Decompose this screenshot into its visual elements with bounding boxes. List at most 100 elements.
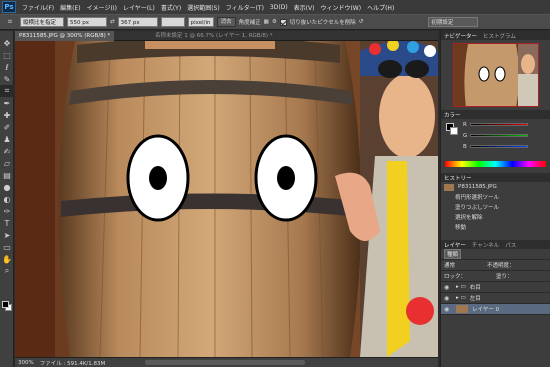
tab-navigator[interactable]: ナビゲーター [444,32,477,40]
workspace-select[interactable]: 初期設定 [428,17,479,27]
tab-layers[interactable]: レイヤー [444,241,466,249]
grid-overlay-icon[interactable]: ▦ [264,19,269,25]
layer-name: レイヤー 0 [472,307,500,313]
layer-row[interactable]: ◉ ▸ ▭ 左目 [441,293,550,304]
menu-view[interactable]: 表示(V) [291,3,318,12]
tab-paths[interactable]: パス [505,241,516,249]
menu-file[interactable]: ファイル(F) [19,3,57,12]
clear-button[interactable]: 消去 [216,17,236,27]
brush-tool-icon[interactable]: ✐ [0,121,14,133]
layer-row-selected[interactable]: ◉ レイヤー 0 [441,304,550,315]
layers-panel-tabs: レイヤー チャンネル パス [441,240,550,249]
ratio-select[interactable]: 縦横比を指定 [20,17,64,27]
g-slider[interactable] [470,134,529,137]
lock-label: ロック： [444,274,467,280]
color-b-row: B [441,141,550,152]
color-panel-tabs: カラー [441,110,550,119]
eyedropper-tool-icon[interactable]: ✒ [0,97,14,109]
crop-tool-icon[interactable]: ⌗ [3,16,17,28]
layer-kind-select[interactable]: 種類 [444,249,462,259]
menu-window[interactable]: ウィンドウ(W) [317,3,364,12]
tab-color[interactable]: カラー [444,111,461,119]
history-brush-tool-icon[interactable]: ✍ [0,145,14,157]
delete-cropped-label: 切り抜いたピクセルを削除 [289,20,356,26]
layer-row[interactable]: ◉ ▸ ▭ 右目 [441,282,550,293]
visibility-eye-icon[interactable]: ◉ [444,295,452,302]
tab-active-document[interactable]: P8311585.JPG @ 300% (RGB/8) * [15,31,115,41]
straighten-label[interactable]: 角度補正 [239,18,261,26]
tab-history[interactable]: ヒストリー [444,174,472,182]
move-tool-icon[interactable]: ✥ [0,37,14,49]
shape-tool-icon[interactable]: ▭ [0,241,14,253]
crop-tool-icon[interactable]: ⌗ [0,85,14,97]
menu-layer[interactable]: レイヤー(L) [120,3,158,12]
layer-name: 左目 [469,296,481,302]
healing-tool-icon[interactable]: ✚ [0,109,14,121]
menu-edit[interactable]: 編集(E) [57,3,83,12]
eraser-tool-icon[interactable]: ▱ [0,157,14,169]
zoom-tool-icon[interactable]: ⌕ [0,265,14,277]
menu-help[interactable]: ヘルプ(H) [364,3,397,12]
type-tool-icon[interactable]: T [0,217,14,229]
history-item-label: P8311585.JPG [458,184,497,190]
delete-cropped-checkbox[interactable] [279,18,287,26]
quick-select-tool-icon[interactable]: ✎ [0,73,14,85]
dodge-tool-icon[interactable]: ◐ [0,193,14,205]
pen-tool-icon[interactable]: ✑ [0,205,14,217]
history-item[interactable]: 移動 [441,222,550,232]
color-spectrum[interactable] [445,161,546,167]
swap-icon[interactable]: ⇄ [110,19,115,25]
layer-name: 右目 [469,285,481,291]
menu-bar: Ps ファイル(F) 編集(E) イメージ(I) レイヤー(L) 書式(Y) 選… [0,0,550,14]
folder-icon: ▸ ▭ [456,295,466,301]
gear-icon[interactable]: ⚙ [272,19,277,25]
menu-image[interactable]: イメージ(I) [84,3,120,12]
history-item-label: 移動 [455,225,467,231]
file-info: ファイル : 591.4K/1.83M [39,360,106,367]
tab-untitled-document[interactable]: 名称未設定 1 @ 66.7% (レイヤー 1, RGB/8) * [151,31,277,41]
image-canvas[interactable] [15,41,438,357]
path-select-tool-icon[interactable]: ➤ [0,229,14,241]
blur-tool-icon[interactable]: ● [0,181,14,193]
layer-blend-row: 通常 不透明度： [441,260,550,271]
visibility-eye-icon[interactable]: ◉ [444,306,452,313]
tab-channels[interactable]: チャンネル [472,241,499,249]
gradient-tool-icon[interactable]: ▤ [0,169,14,181]
menu-type[interactable]: 書式(Y) [158,3,184,12]
history-item[interactable]: 塗りつぶしツール [441,202,550,212]
resolution-field[interactable] [160,17,185,27]
tab-histogram[interactable]: ヒストグラム [483,32,516,40]
foreground-color-swatch[interactable] [2,301,9,308]
marquee-tool-icon[interactable]: ⬚ [0,49,14,61]
color-bg-swatch[interactable] [450,127,458,135]
barrel-photo [15,41,438,357]
reset-icon[interactable]: ↺ [359,19,364,25]
menu-filter[interactable]: フィルター(T) [223,3,267,12]
history-item[interactable]: 選択を解除 [441,212,550,222]
folder-icon: ▸ ▭ [456,284,466,290]
resolution-unit-select[interactable]: pixel/in [187,17,214,27]
menu-select[interactable]: 選択範囲(S) [184,3,223,12]
menu-3d[interactable]: 3D(D) [267,4,291,11]
b-slider[interactable] [469,145,528,148]
height-field[interactable]: 367 px [117,17,158,27]
zoom-level[interactable]: 300% [18,360,34,366]
opacity-label: 不透明度： [487,263,515,269]
history-snapshot[interactable]: P8311585.JPG [441,182,550,192]
navigator-preview[interactable] [453,43,539,107]
history-item-label: 選択を解除 [455,215,483,221]
history-item[interactable]: 楕円形選択ツール [441,192,550,202]
color-b-label: B [463,143,467,150]
status-bar: 300% ファイル : 591.4K/1.83M [15,357,438,367]
width-field[interactable]: 550 px [67,17,107,27]
hand-tool-icon[interactable]: ✋ [0,253,14,265]
horizontal-scrollbar[interactable] [145,360,305,365]
clone-stamp-tool-icon[interactable]: ♟ [0,133,14,145]
navigator-panel-tabs: ナビゲーター ヒストグラム [441,31,550,40]
visibility-eye-icon[interactable]: ◉ [444,284,452,291]
r-slider[interactable] [469,123,528,126]
right-panels: ナビゲーター ヒストグラム カラー R G B ヒストリー P8311585.J… [440,31,550,367]
document-tabs: P8311585.JPG @ 300% (RGB/8) * 名称未設定 1 @ … [15,31,438,41]
blend-mode-select[interactable]: 通常 [444,261,455,269]
lasso-tool-icon[interactable]: ℓ [0,61,14,73]
